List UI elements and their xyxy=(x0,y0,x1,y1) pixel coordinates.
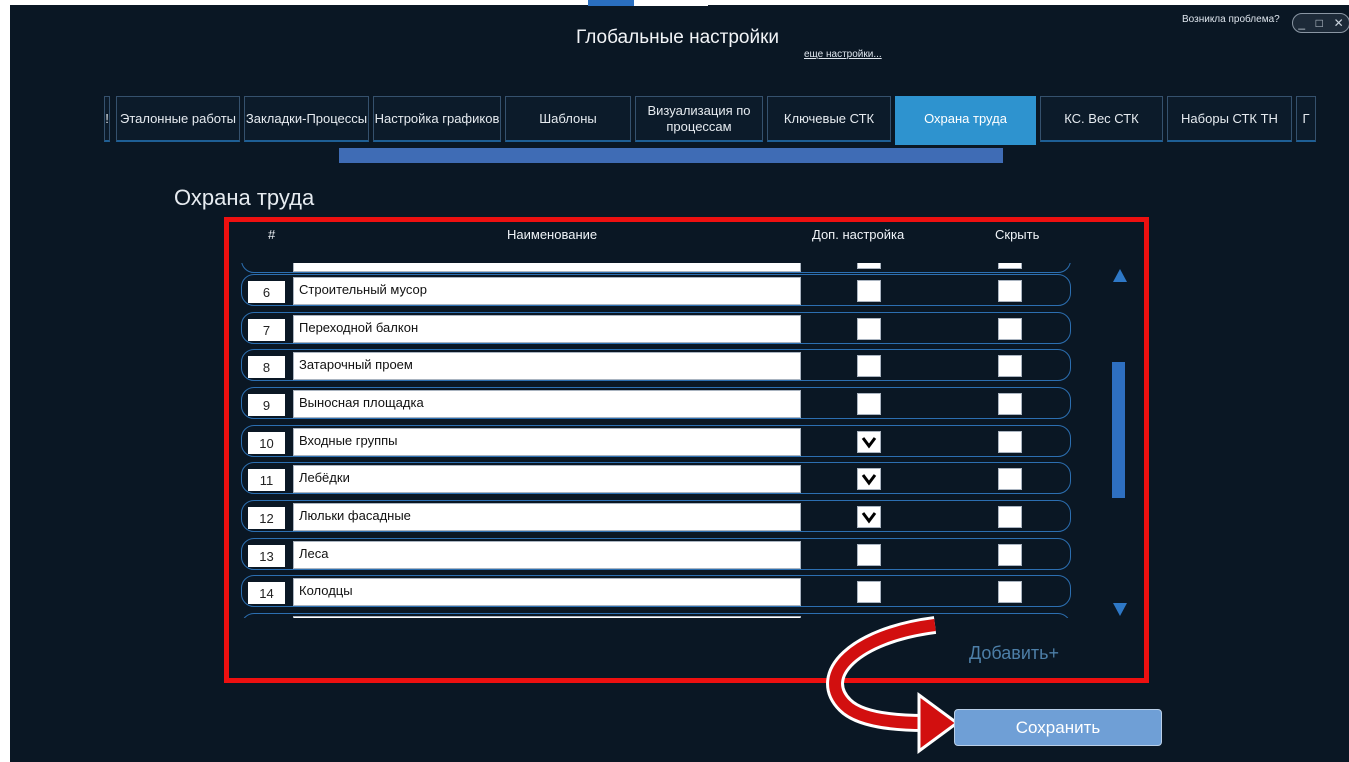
hide-checkbox[interactable] xyxy=(998,431,1022,453)
tab-partial-left[interactable]: ! xyxy=(104,96,110,142)
problem-link[interactable]: Возникла проблема? xyxy=(1182,14,1280,25)
extra-setting-checkbox[interactable] xyxy=(857,355,881,377)
row-number: 6 xyxy=(248,281,285,303)
row-number: 12 xyxy=(248,507,285,529)
tab-partial-right[interactable]: Г xyxy=(1296,96,1316,142)
tab-underline xyxy=(339,148,1003,163)
hide-checkbox[interactable] xyxy=(998,581,1022,603)
table-row: 6 Строительный мусор xyxy=(241,274,1071,306)
name-field[interactable] xyxy=(293,616,801,618)
tab-chart-settings[interactable]: Настройка графиков xyxy=(373,96,501,142)
row-number: 14 xyxy=(248,582,285,604)
checkmark-icon xyxy=(861,474,877,486)
name-field[interactable]: Леса xyxy=(293,541,801,569)
extra-setting-checkbox[interactable] xyxy=(857,581,881,603)
add-button[interactable]: Добавить+ xyxy=(969,643,1059,664)
table-row: 11 Лебёдки xyxy=(241,462,1071,494)
tab-stk-sets[interactable]: Наборы СТК ТН xyxy=(1167,96,1292,142)
row-number: 9 xyxy=(248,394,285,416)
maximize-icon[interactable]: □ xyxy=(1316,16,1323,30)
close-icon[interactable]: ✕ xyxy=(1334,16,1344,30)
extra-setting-checkbox[interactable] xyxy=(857,280,881,302)
row-number: 10 xyxy=(248,432,285,454)
window-controls: _ □ ✕ xyxy=(1292,13,1349,33)
save-button[interactable]: Сохранить xyxy=(954,709,1162,746)
hide-checkbox[interactable] xyxy=(998,393,1022,415)
table-row: 9 Выносная площадка xyxy=(241,387,1071,419)
top-strip xyxy=(588,0,708,6)
row-number: 11 xyxy=(248,469,285,491)
table-row xyxy=(241,263,1071,273)
name-field[interactable]: Входные группы xyxy=(293,428,801,456)
settings-window: Глобальные настройки еще настройки... Во… xyxy=(10,0,1349,762)
row-number: 7 xyxy=(248,319,285,341)
curved-arrow-icon xyxy=(826,616,960,754)
column-header-hide: Скрыть xyxy=(995,227,1040,242)
tab-key-stk[interactable]: Ключевые СТК xyxy=(767,96,891,142)
row-number: 13 xyxy=(248,545,285,567)
extra-setting-checkbox[interactable] xyxy=(857,393,881,415)
minimize-icon[interactable]: _ xyxy=(1298,16,1305,30)
name-field[interactable]: Люльки фасадные xyxy=(293,503,801,531)
extra-setting-checkbox[interactable] xyxy=(857,506,881,528)
hide-checkbox[interactable] xyxy=(998,355,1022,377)
name-field[interactable]: Строительный мусор xyxy=(293,277,801,305)
hide-checkbox[interactable] xyxy=(998,280,1022,302)
table-row: 8 Затарочный проем xyxy=(241,349,1071,381)
tab-ks-weight-stk[interactable]: КС. Вес СТК xyxy=(1040,96,1163,142)
hide-checkbox[interactable] xyxy=(998,468,1022,490)
scroll-up-arrow-icon[interactable] xyxy=(1113,269,1127,282)
extra-setting-checkbox[interactable] xyxy=(857,318,881,340)
name-field[interactable]: Выносная площадка xyxy=(293,390,801,418)
column-header-num: # xyxy=(268,227,276,242)
extra-setting-checkbox[interactable] xyxy=(857,468,881,490)
name-field[interactable] xyxy=(293,263,801,272)
tab-process-visualization[interactable]: Визуализация по процессам xyxy=(635,96,763,142)
extra-setting-checkbox[interactable] xyxy=(857,263,881,269)
hide-checkbox[interactable] xyxy=(998,544,1022,566)
table-row: 10 Входные группы xyxy=(241,425,1071,457)
hide-checkbox[interactable] xyxy=(998,318,1022,340)
tab-bookmarks-processes[interactable]: Закладки-Процессы xyxy=(244,96,369,142)
table-row: 13 Леса xyxy=(241,538,1071,570)
column-header-extra: Доп. настройка xyxy=(812,227,905,242)
tab-labor-safety[interactable]: Охрана труда xyxy=(895,96,1036,145)
tab-reference-works[interactable]: Эталонные работы xyxy=(116,96,240,142)
window-title: Глобальные настройки xyxy=(576,27,780,48)
checkmark-icon xyxy=(861,437,877,449)
scrollbar-thumb[interactable] xyxy=(1112,362,1125,498)
hide-checkbox[interactable] xyxy=(998,263,1022,269)
name-field[interactable]: Лебёдки xyxy=(293,465,801,493)
extra-setting-checkbox[interactable] xyxy=(857,431,881,453)
more-settings-link[interactable]: еще настройки... xyxy=(804,49,882,60)
tab-templates[interactable]: Шаблоны xyxy=(505,96,631,142)
checkmark-icon xyxy=(861,512,877,524)
name-field[interactable]: Переходной балкон xyxy=(293,315,801,343)
table-row: 12 Люльки фасадные xyxy=(241,500,1071,532)
row-number: 8 xyxy=(248,356,285,378)
name-field[interactable]: Затарочный проем xyxy=(293,352,801,380)
table-row: 14 Колодцы xyxy=(241,575,1071,607)
name-field[interactable]: Колодцы xyxy=(293,578,801,606)
tab-bar: ! Эталонные работы Закладки-Процессы Нас… xyxy=(104,96,1349,146)
hide-checkbox[interactable] xyxy=(998,506,1022,528)
table-row: 7 Переходной балкон xyxy=(241,312,1071,344)
extra-setting-checkbox[interactable] xyxy=(857,544,881,566)
section-title: Охрана труда xyxy=(174,185,315,210)
safety-list[interactable]: 6 Строительный мусор 7 Переходной балкон… xyxy=(241,263,1081,618)
column-header-name: Наименование xyxy=(507,227,598,242)
scroll-down-arrow-icon[interactable] xyxy=(1113,603,1127,616)
